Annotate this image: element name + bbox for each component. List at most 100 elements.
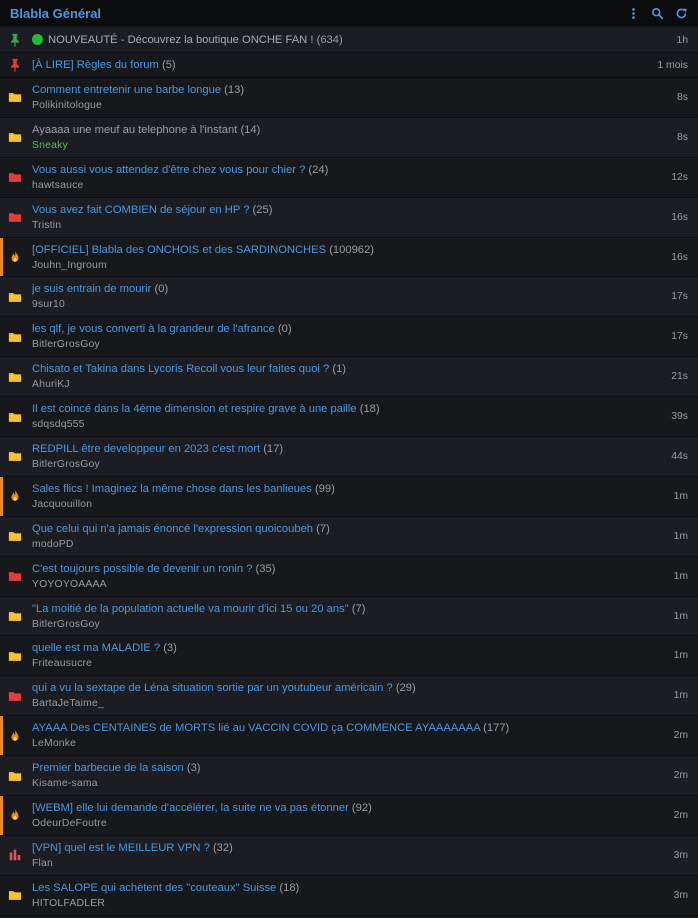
topic-title[interactable]: je suis entrain de mourir	[32, 283, 151, 295]
topic-title[interactable]: Comment entretenir une barbe longue	[32, 84, 221, 96]
topic-main: Que celui qui n'a jamais énoncé l'expres…	[32, 522, 666, 551]
pinned-topic-row[interactable]: NOUVEAUTÉ - Découvrez la boutique ONCHE …	[0, 28, 698, 53]
topic-line: Vous aussi vous attendez d'être chez vou…	[32, 163, 663, 177]
folder-yellow-icon	[8, 609, 22, 623]
topic-author[interactable]: 9sur10	[32, 298, 663, 311]
topic-row[interactable]: Sales flics ! Imaginez la même chose dan…	[0, 476, 698, 517]
topic-row[interactable]: Les SALOPE qui achètent des "couteaux" S…	[0, 875, 698, 916]
topic-row[interactable]: quelle est ma MALADIE ? (3) Friteausucre 1…	[0, 636, 698, 677]
topic-row[interactable]: REDPILL être developpeur en 2023 c'est m…	[0, 437, 698, 477]
search-icon[interactable]	[650, 6, 664, 20]
topic-author[interactable]: Kisame-sama	[32, 777, 666, 790]
topic-reply-count: (7)	[351, 602, 366, 615]
topic-main: C'est toujours possible de devenir un ro…	[32, 562, 666, 591]
topic-title[interactable]: Il est coincé dans la 4ème dimension et …	[32, 403, 357, 415]
topic-row[interactable]: Vous avez fait COMBIEN de séjour en HP ?…	[0, 197, 698, 238]
topic-time: 3m	[673, 889, 688, 901]
topic-author[interactable]: sdqsdq555	[32, 418, 663, 431]
topic-author[interactable]: BitlerGrosGoy	[32, 458, 663, 471]
topic-author[interactable]: Jacquouillon	[32, 498, 666, 511]
topic-title[interactable]: Les SALOPE qui achètent des "couteaux" S…	[32, 882, 276, 894]
topic-author[interactable]: Flan	[32, 857, 666, 870]
topic-author[interactable]: OdeurDeFoutre	[32, 817, 666, 830]
fire-icon	[8, 808, 22, 822]
topic-title[interactable]: [WEBM] elle lui demande d'accélérer, la …	[32, 802, 349, 814]
topic-author[interactable]: Jouhn_Ingroum	[32, 259, 663, 272]
topic-author[interactable]: AhuriKJ	[32, 378, 663, 391]
topic-line: Il est coincé dans la 4ème dimension et …	[32, 402, 663, 416]
topic-line: AYAAA Des CENTAINES de MORTS lié au VACC…	[32, 721, 666, 735]
topic-row[interactable]: les qlf, je vous converti à la grandeur …	[0, 317, 698, 358]
topic-main: "La moitié de la population actuelle va …	[32, 602, 666, 631]
topic-time: 8s	[677, 131, 688, 143]
topic-title[interactable]: qui a vu la sextape de Léna situation so…	[32, 682, 393, 694]
topic-main: quelle est ma MALADIE ? (3) Friteausucre	[32, 641, 666, 670]
topic-title[interactable]: [À LIRE] Règles du forum	[32, 59, 159, 71]
topic-title[interactable]: Vous aussi vous attendez d'être chez vou…	[32, 164, 305, 176]
topic-time: 1m	[673, 490, 688, 502]
topic-title[interactable]: "La moitié de la population actuelle va …	[32, 603, 349, 615]
topic-row[interactable]: [VPN] quel est le MEILLEUR VPN ? (32) Fla…	[0, 835, 698, 876]
topic-row[interactable]: Chisato et Takina dans Lycoris Recoil vo…	[0, 357, 698, 398]
folder-yellow-icon	[8, 330, 22, 344]
topic-author[interactable]: modoPD	[32, 538, 666, 551]
topic-author[interactable]: Polikinitologue	[32, 99, 669, 112]
topic-line: Comment entretenir une barbe longue (13)	[32, 83, 669, 97]
more-vertical-icon[interactable]	[626, 6, 640, 20]
fire-icon	[8, 729, 22, 743]
topic-title[interactable]: Chisato et Takina dans Lycoris Recoil vo…	[32, 363, 329, 375]
topic-main: Les SALOPE qui achètent des "couteaux" S…	[32, 881, 666, 910]
topic-row[interactable]: [WEBM] elle lui demande d'accélérer, la …	[0, 796, 698, 836]
topic-title[interactable]: Que celui qui n'a jamais énoncé l'expres…	[32, 523, 313, 535]
pinned-topic-row[interactable]: [À LIRE] Règles du forum (5) 1 mois	[0, 53, 698, 78]
topic-row[interactable]: "La moitié de la population actuelle va …	[0, 596, 698, 637]
topic-row[interactable]: Que celui qui n'a jamais énoncé l'expres…	[0, 516, 698, 557]
topic-title[interactable]: NOUVEAUTÉ - Découvrez la boutique ONCHE …	[48, 34, 313, 46]
folder-yellow-icon	[8, 649, 22, 663]
topic-reply-count: (1)	[332, 363, 347, 376]
topic-author[interactable]: BartaJeTaime_	[32, 697, 666, 710]
topic-list: NOUVEAUTÉ - Découvrez la boutique ONCHE …	[0, 28, 698, 916]
topic-author[interactable]: LeMonke	[32, 737, 666, 750]
topic-row[interactable]: Comment entretenir une barbe longue (13)…	[0, 78, 698, 118]
topic-author[interactable]: BitlerGrosGoy	[32, 618, 666, 631]
topic-line: [À LIRE] Règles du forum (5)	[32, 58, 649, 72]
topic-reply-count: (100962)	[329, 243, 374, 256]
topic-row[interactable]: Ayaaaa une meuf au telephone à l'instant…	[0, 117, 698, 158]
topic-author[interactable]: Sneaky	[32, 139, 669, 152]
topic-title[interactable]: [VPN] quel est le MEILLEUR VPN ?	[32, 842, 210, 854]
topic-time: 1 mois	[657, 59, 688, 71]
topic-time: 44s	[671, 450, 688, 462]
topic-author[interactable]: BitlerGrosGoy	[32, 338, 663, 351]
topic-title[interactable]: Vous avez fait COMBIEN de séjour en HP ?	[32, 204, 249, 216]
topic-line: quelle est ma MALADIE ? (3)	[32, 641, 666, 655]
topic-row[interactable]: je suis entrain de mourir (0) 9sur10 17s	[0, 277, 698, 318]
topic-title[interactable]: Ayaaaa une meuf au telephone à l'instant	[32, 124, 237, 136]
topic-author[interactable]: Friteausucre	[32, 657, 666, 670]
topic-row[interactable]: C'est toujours possible de devenir un ro…	[0, 556, 698, 597]
topic-row[interactable]: [OFFICIEL] Blabla des ONCHOIS et des SAR…	[0, 237, 698, 278]
topic-title[interactable]: [OFFICIEL] Blabla des ONCHOIS et des SAR…	[32, 244, 326, 256]
topic-author[interactable]: HITOLFADLER	[32, 897, 666, 910]
topic-title[interactable]: les qlf, je vous converti à la grandeur …	[32, 323, 275, 335]
refresh-icon[interactable]	[674, 6, 688, 20]
topic-author[interactable]: Tristin	[32, 219, 663, 232]
topic-reply-count: (177)	[483, 722, 510, 735]
topic-row[interactable]: AYAAA Des CENTAINES de MORTS lié au VACC…	[0, 716, 698, 757]
topic-row[interactable]: Il est coincé dans la 4ème dimension et …	[0, 397, 698, 438]
topic-author[interactable]: YOYOYOAAAA	[32, 578, 666, 591]
topic-title[interactable]: quelle est ma MALADIE ?	[32, 642, 160, 654]
topic-title[interactable]: Premier barbecue de la saison	[32, 762, 184, 774]
folder-yellow-icon	[8, 449, 22, 463]
topic-row[interactable]: qui a vu la sextape de Léna situation so…	[0, 676, 698, 717]
topic-title[interactable]: REDPILL être developpeur en 2023 c'est m…	[32, 443, 260, 455]
topic-title[interactable]: AYAAA Des CENTAINES de MORTS lié au VACC…	[32, 722, 480, 734]
topic-row[interactable]: Premier barbecue de la saison (3) Kisame-…	[0, 756, 698, 797]
topic-time: 17s	[671, 291, 688, 303]
topic-title[interactable]: Sales flics ! Imaginez la même chose dan…	[32, 483, 312, 495]
topic-row[interactable]: Vous aussi vous attendez d'être chez vou…	[0, 157, 698, 198]
topic-author[interactable]: hawtsauce	[32, 179, 663, 192]
topic-title[interactable]: C'est toujours possible de devenir un ro…	[32, 563, 252, 575]
topic-time: 3m	[673, 849, 688, 861]
topic-main: je suis entrain de mourir (0) 9sur10	[32, 282, 663, 311]
